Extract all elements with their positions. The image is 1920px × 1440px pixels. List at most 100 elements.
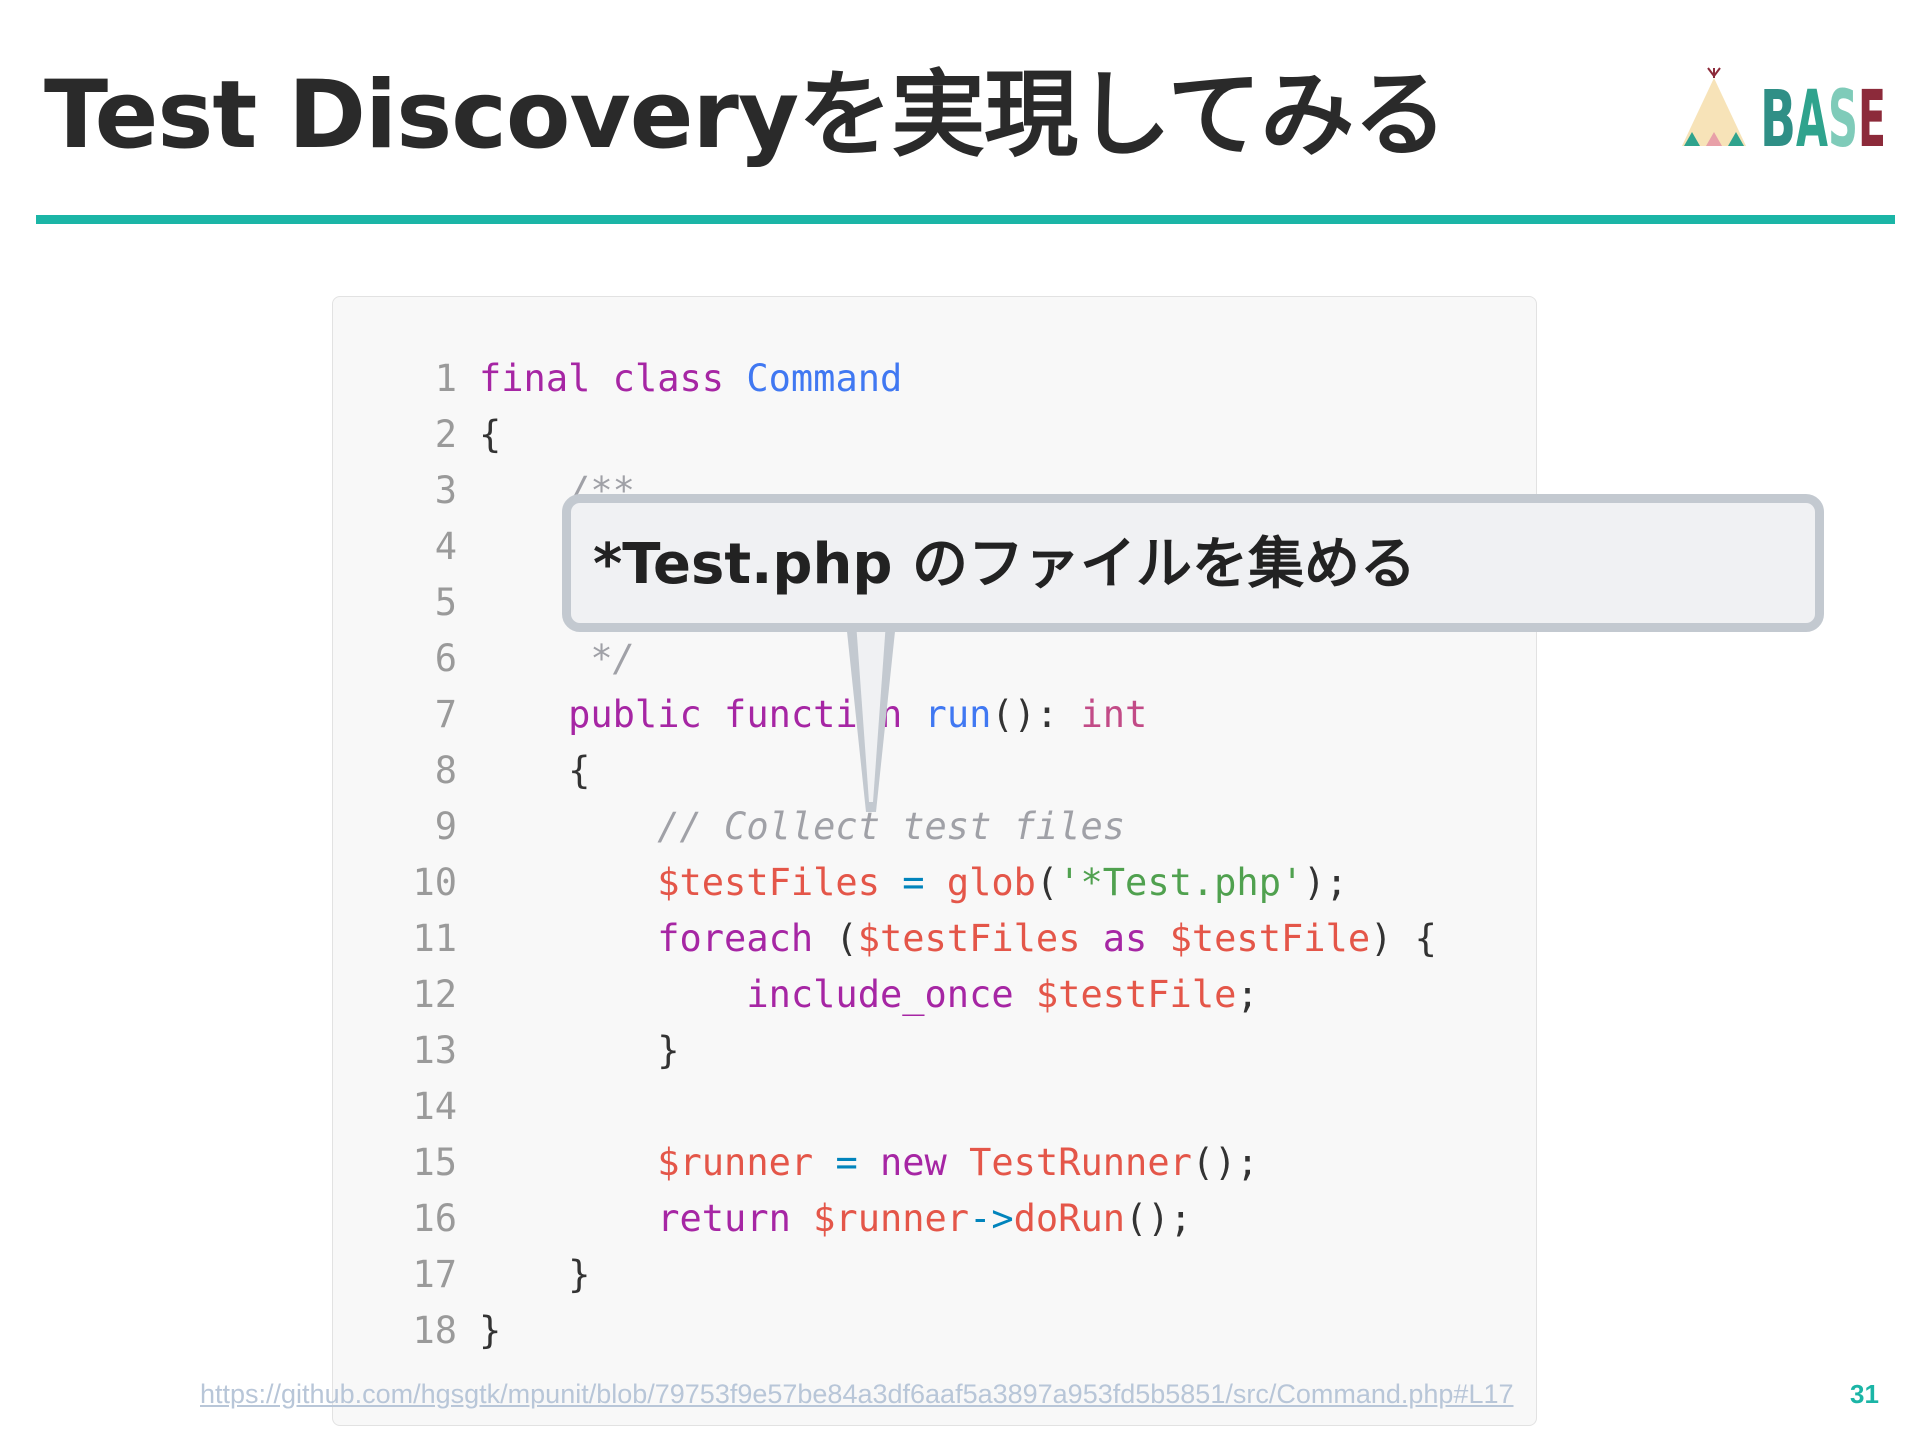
code-token: ); <box>1303 861 1348 904</box>
code-line: 10 $testFiles = glob('*Test.php'); <box>393 855 1437 911</box>
line-number: 5 <box>434 581 457 624</box>
code-block: 1 final class Command 2{3 /** 4 5 6 */7 publi… <box>332 296 1537 1426</box>
code-text: { <box>479 407 501 463</box>
code-token: doRun <box>1013 1197 1126 1240</box>
callout-tail <box>846 622 896 812</box>
code-text: return $runner->doRun(); <box>479 1191 1192 1247</box>
code-text: { <box>479 743 590 799</box>
code-token: -> <box>969 1197 1014 1240</box>
base-logo: B A S E <box>1678 60 1888 165</box>
code-line: 16 return $runner->doRun(); <box>393 1191 1437 1247</box>
code-line: 6 */ <box>393 631 1437 687</box>
code-token: as <box>1102 917 1148 960</box>
code-token: { <box>479 749 591 792</box>
callout-bubble: *Test.php のファイルを集める <box>562 494 1824 632</box>
code-token: } <box>479 1309 502 1352</box>
code-token: Command <box>746 357 903 400</box>
code-token: $testFile <box>1035 973 1237 1016</box>
line-number: 3 <box>434 469 457 512</box>
line-number: 2 <box>434 413 457 456</box>
line-number: 8 <box>434 749 457 792</box>
code-text: } <box>479 1023 679 1079</box>
code-token: int <box>1080 693 1148 736</box>
code-token: foreach <box>657 917 814 960</box>
code-token: class <box>612 357 725 400</box>
code-token: ( <box>813 917 858 960</box>
code-token: (): <box>991 693 1081 736</box>
code-text: */ <box>479 631 635 687</box>
code-text: // Collect test files <box>479 799 1125 855</box>
code-token: (); <box>1191 1141 1259 1184</box>
code-token: ( <box>1035 861 1059 904</box>
line-number: 14 <box>412 1085 457 1128</box>
code-token: new <box>880 1141 947 1184</box>
code-token: $runner <box>657 1141 814 1184</box>
svg-text:B: B <box>1760 75 1796 160</box>
code-token: */ <box>590 637 635 680</box>
code-token: } <box>479 1253 591 1296</box>
line-number: 13 <box>412 1029 457 1072</box>
tent-logo-icon: B A S E <box>1682 67 1886 165</box>
code-token: include_once <box>746 973 1014 1016</box>
code-line: 7 public function run(): int <box>393 687 1437 743</box>
line-number: 4 <box>434 525 457 568</box>
code-token: run <box>924 693 992 736</box>
code-text: foreach ($testFiles as $testFile) { <box>479 911 1437 967</box>
slide: Test Discoveryを実現してみる B A S E 1 final cla… <box>0 0 1920 1440</box>
svg-text:S: S <box>1828 75 1858 160</box>
title-divider <box>36 215 1895 224</box>
code-line: 18} <box>393 1303 1437 1359</box>
code-token: glob <box>946 861 1036 904</box>
code-token: $testFiles <box>657 861 880 904</box>
code-token: $runner <box>813 1197 970 1240</box>
code-token: (); <box>1125 1197 1192 1240</box>
line-number: 16 <box>412 1197 457 1240</box>
code-line: 1 final class Command <box>393 351 1437 407</box>
code-token: '*Test.php' <box>1058 861 1304 904</box>
code-token: ; <box>1236 973 1259 1016</box>
code-token: final <box>479 357 591 400</box>
line-number: 11 <box>412 917 457 960</box>
line-number: 7 <box>434 693 457 736</box>
code-line: 15 $runner = new TestRunner(); <box>393 1135 1437 1191</box>
line-number: 10 <box>412 861 457 904</box>
line-number: 15 <box>412 1141 457 1184</box>
code-text: } <box>479 1303 501 1359</box>
code-text: $testFiles = glob('*Test.php'); <box>479 855 1348 911</box>
code-text: include_once $testFile; <box>479 967 1259 1023</box>
code-token: = <box>902 861 925 904</box>
code-line: 17 } <box>393 1247 1437 1303</box>
code-line: 12 include_once $testFile; <box>393 967 1437 1023</box>
line-number: 12 <box>412 973 457 1016</box>
code-text: $runner = new TestRunner(); <box>479 1135 1259 1191</box>
code-line: 14 <box>393 1079 1437 1135</box>
code-token: $testFiles <box>857 917 1081 960</box>
source-link[interactable]: https://github.com/hgsgtk/mpunit/blob/79… <box>200 1377 1514 1411</box>
svg-text:A: A <box>1796 75 1828 160</box>
speech-bubble-tail-icon <box>846 622 896 812</box>
callout-text: *Test.php のファイルを集める <box>593 532 1416 597</box>
line-number: 1 <box>434 357 457 400</box>
line-number: 18 <box>412 1309 457 1352</box>
code-token: public <box>568 693 702 736</box>
code-token: = <box>835 1141 858 1184</box>
code-line: 11 foreach ($testFiles as $testFile) { <box>393 911 1437 967</box>
